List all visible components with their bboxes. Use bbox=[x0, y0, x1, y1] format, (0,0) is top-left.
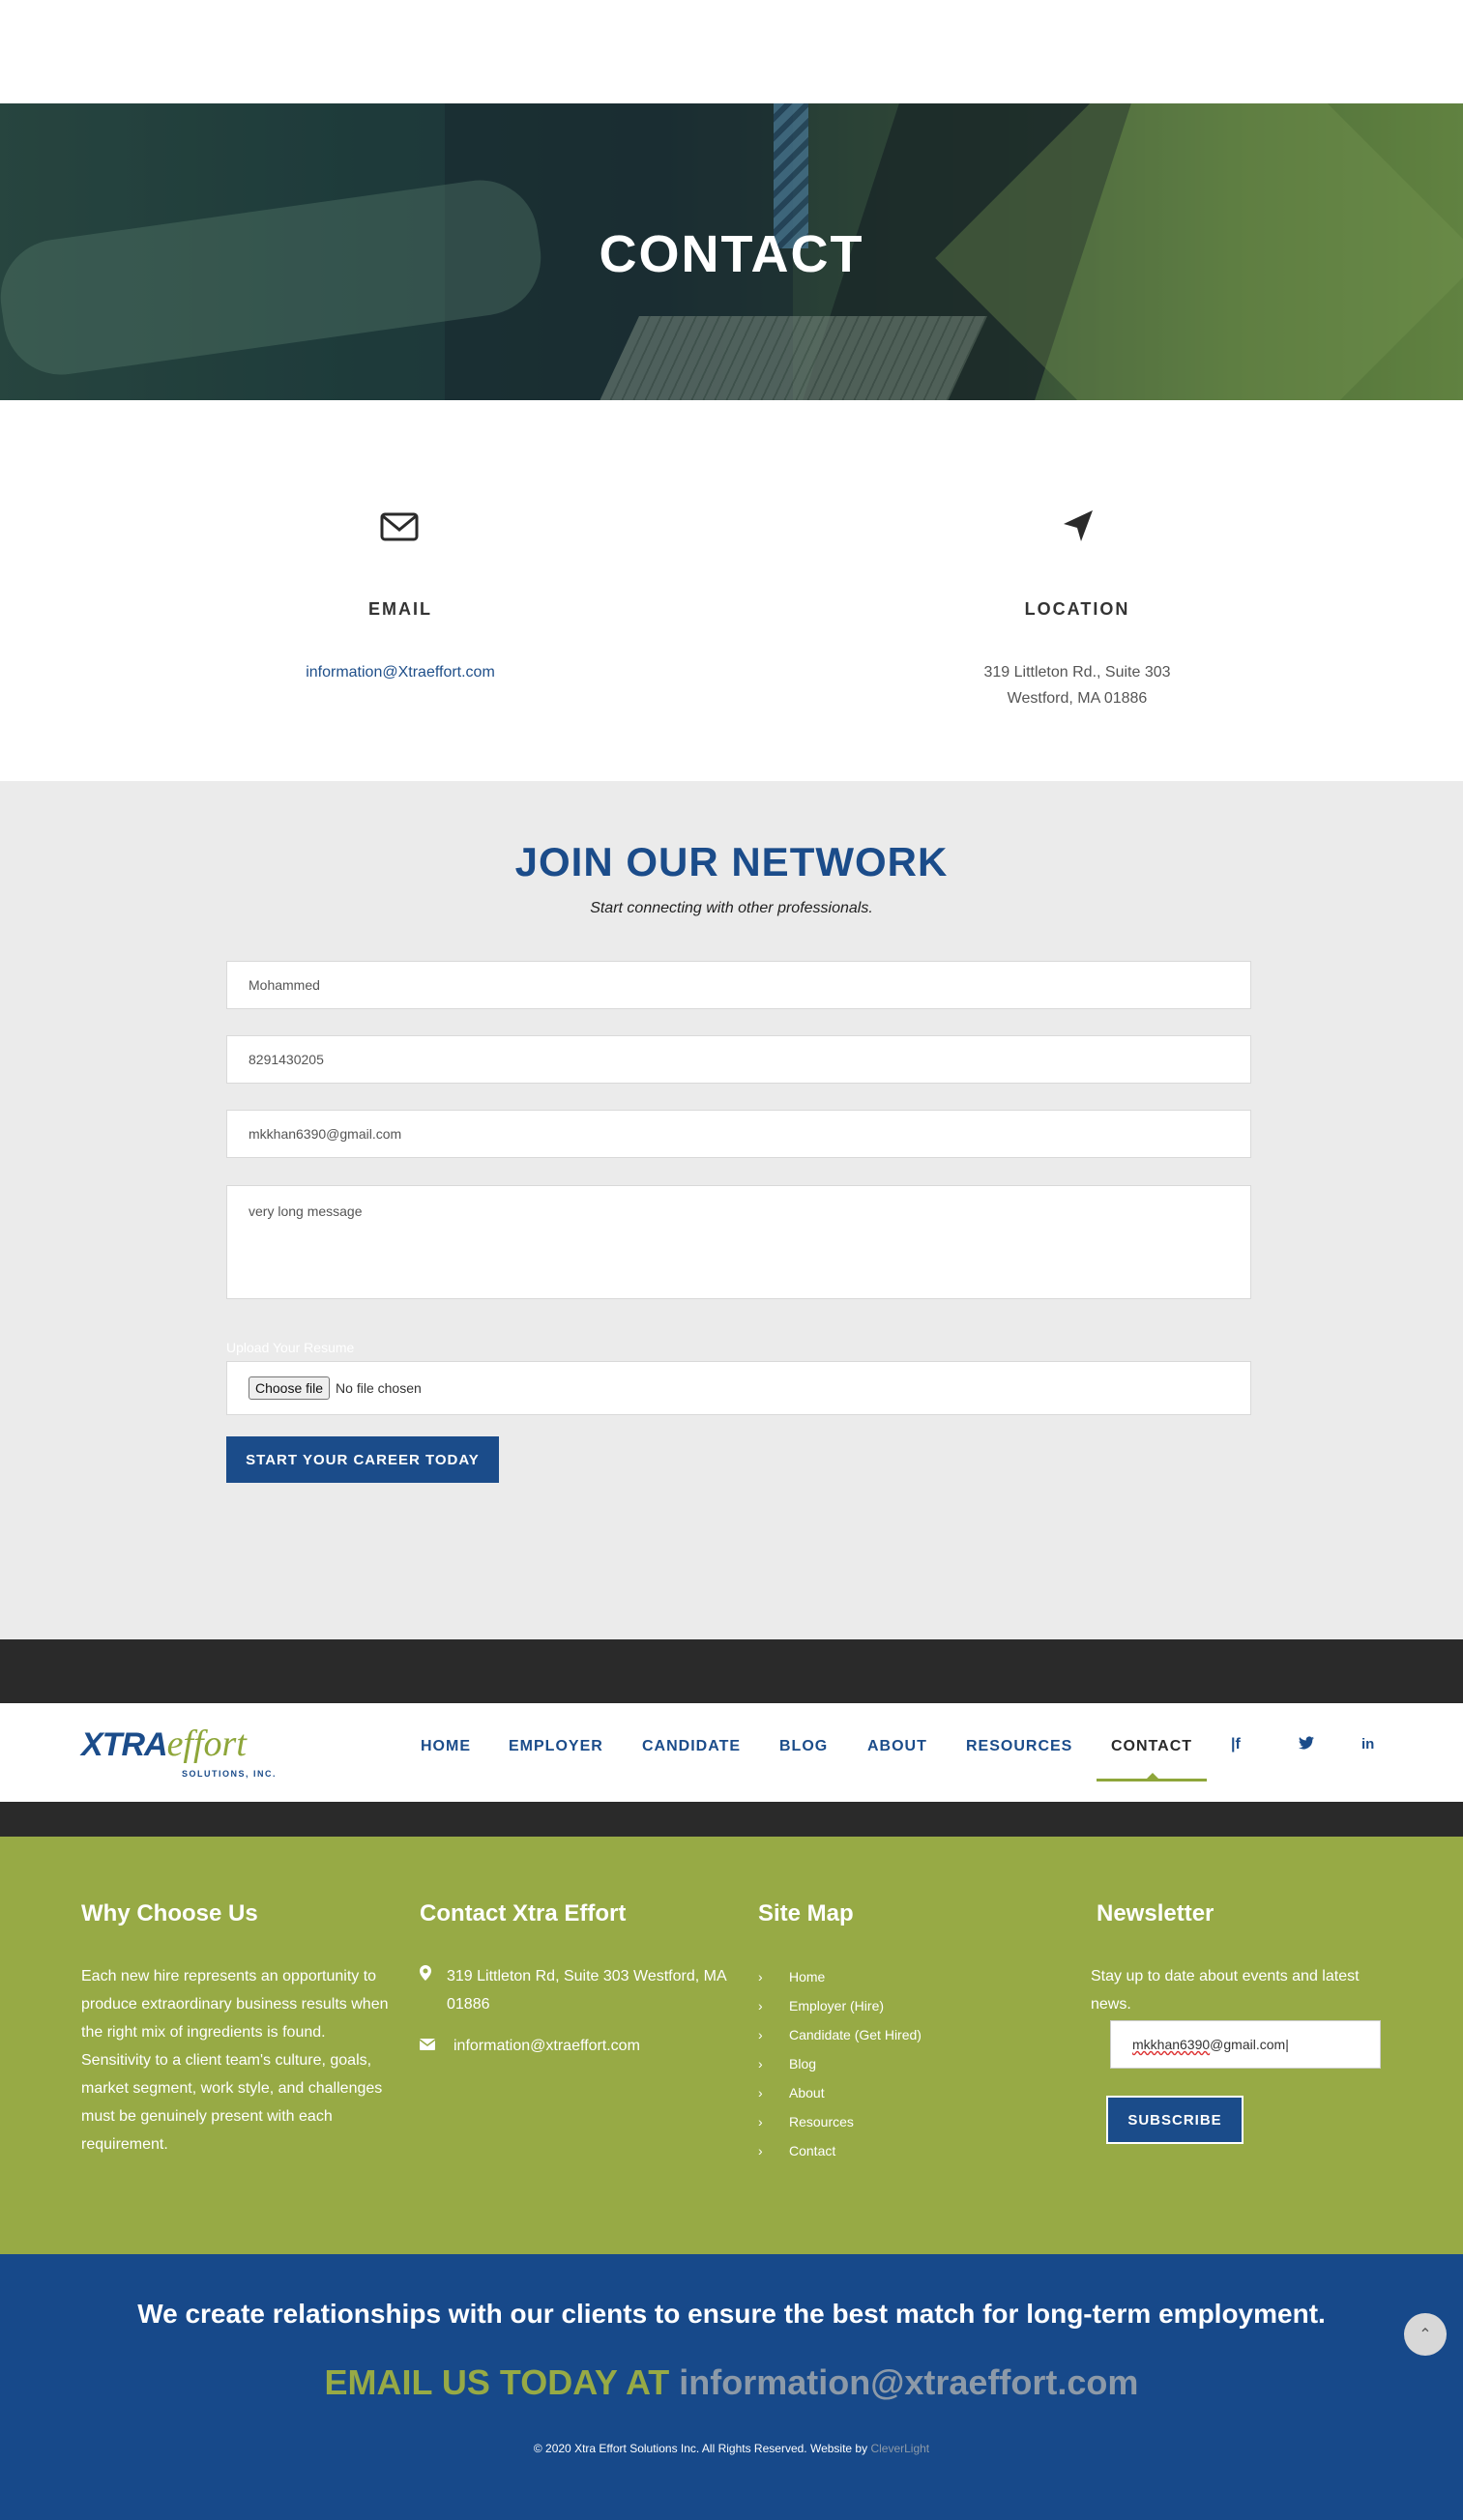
nav-active-underline bbox=[1097, 1779, 1207, 1781]
chevron-right-icon: › bbox=[758, 1969, 763, 1984]
footer-address: 319 Littleton Rd, Suite 303 Westford, MA… bbox=[420, 1962, 729, 2018]
email-field-value: mkkhan6390@gmail.com bbox=[249, 1126, 402, 1142]
newsletter-input-domain: @gmail.com bbox=[1210, 2037, 1286, 2052]
why-title: Why Choose Us bbox=[81, 1900, 258, 1926]
location-address: 319 Littleton Rd., Suite 303 Westford, M… bbox=[787, 659, 1367, 711]
newsletter-email-input[interactable]: mkkhan6390 @gmail.com | bbox=[1110, 2020, 1381, 2069]
hero-banner: CONTACT bbox=[0, 103, 1463, 400]
chevron-right-icon: › bbox=[758, 2114, 763, 2129]
join-network-section: JOIN OUR NETWORK Start connecting with o… bbox=[0, 781, 1463, 1639]
nav-active-caret bbox=[1147, 1773, 1158, 1779]
message-field[interactable]: very long message bbox=[226, 1185, 1251, 1299]
scroll-to-top-button[interactable]: ⌃ bbox=[1404, 2313, 1447, 2356]
map-marker-icon bbox=[420, 1962, 447, 2018]
file-status: No file chosen bbox=[336, 1380, 422, 1396]
sitemap-link-label: Resources bbox=[789, 2114, 854, 2129]
main-navbar: XTRAeffort SOLUTIONS, INC. HOME EMPLOYER… bbox=[0, 1703, 1463, 1802]
footer-contact: Contact Xtra Effort 319 Littleton Rd, Su… bbox=[419, 1900, 729, 2073]
sitemap-link-blog[interactable]: › Blog bbox=[758, 2049, 1048, 2078]
newsletter-title: Newsletter bbox=[1097, 1900, 1214, 1926]
choose-file-button[interactable]: Choose file bbox=[249, 1376, 331, 1400]
email-cta: EMAIL US TODAY AT information@xtraeffort… bbox=[0, 2362, 1463, 2403]
address-line-1: 319 Littleton Rd., Suite 303 bbox=[983, 664, 1171, 681]
email-title: EMAIL bbox=[368, 599, 432, 619]
linkedin-icon[interactable]: in bbox=[1361, 1736, 1374, 1752]
envelope-icon bbox=[379, 507, 420, 552]
logo-effort: effort bbox=[166, 1723, 247, 1764]
twitter-icon[interactable] bbox=[1299, 1736, 1314, 1754]
text-cursor: | bbox=[1285, 2037, 1289, 2052]
sitemap-link-home[interactable]: › Home bbox=[758, 1962, 1048, 1991]
sitemap-link-contact[interactable]: › Contact bbox=[758, 2136, 1048, 2165]
nav-blog[interactable]: BLOG bbox=[779, 1738, 828, 1755]
name-field[interactable]: Mohammed bbox=[226, 961, 1251, 1009]
footer-sitemap: Site Map › Home › Employer (Hire) › Candida… bbox=[758, 1900, 1048, 2165]
bottom-tagline: We create relationships with our clients… bbox=[137, 2299, 1326, 2329]
chevron-right-icon: › bbox=[758, 2056, 763, 2071]
sitemap-link-label: About bbox=[789, 2085, 825, 2100]
why-text: Each new hire represents an opportunity … bbox=[81, 1968, 389, 2153]
upload-resume-label: Upload Your Resume bbox=[226, 1340, 355, 1355]
credit-link[interactable]: CleverLight bbox=[870, 2442, 929, 2455]
email-cta-link[interactable]: information@xtraeffort.com bbox=[679, 2362, 1138, 2402]
nav-employer[interactable]: EMPLOYER bbox=[509, 1738, 603, 1755]
nav-resources[interactable]: RESOURCES bbox=[966, 1738, 1072, 1755]
resume-file-input[interactable]: Choose file No file chosen bbox=[226, 1361, 1251, 1415]
sitemap-link-label: Blog bbox=[789, 2056, 817, 2071]
location-title: LOCATION bbox=[1024, 599, 1130, 619]
chevron-right-icon: › bbox=[758, 1998, 763, 2013]
address-line-2: Westford, MA 01886 bbox=[1007, 690, 1148, 707]
chevron-right-icon: › bbox=[758, 2143, 763, 2158]
join-heading: JOIN OUR NETWORK bbox=[514, 839, 949, 884]
sitemap-title: Site Map bbox=[758, 1900, 854, 1926]
sitemap-list: › Home › Employer (Hire) › Candidate (Get H… bbox=[758, 1962, 1048, 2165]
name-field-value: Mohammed bbox=[249, 977, 320, 993]
location-arrow-icon bbox=[1060, 507, 1095, 550]
chevron-right-icon: › bbox=[758, 2085, 763, 2100]
logo-xtra: XTRA bbox=[81, 1726, 168, 1763]
bottom-cta-band: We create relationships with our clients… bbox=[0, 2254, 1463, 2520]
chevron-right-icon: › bbox=[758, 2027, 763, 2042]
email-link[interactable]: information@Xtraeffort.com bbox=[110, 659, 690, 685]
start-career-button[interactable]: START YOUR CAREER TODAY bbox=[226, 1436, 499, 1483]
footer-newsletter: Newsletter Stay up to date about events … bbox=[1091, 1900, 1390, 2018]
copyright: © 2020 Xtra Effort Solutions Inc. All Ri… bbox=[0, 2442, 1463, 2455]
footer-email: information@xtraeffort.com bbox=[419, 2032, 729, 2060]
sitemap-link-employer[interactable]: › Employer (Hire) bbox=[758, 1991, 1048, 2020]
nav-candidate[interactable]: CANDIDATE bbox=[642, 1738, 741, 1755]
join-subheading: Start connecting with other professional… bbox=[590, 900, 873, 916]
subscribe-button[interactable]: SUBSCRIBE bbox=[1106, 2096, 1244, 2144]
sitemap-link-candidate[interactable]: › Candidate (Get Hired) bbox=[758, 2020, 1048, 2049]
chevron-up-icon: ⌃ bbox=[1419, 2327, 1432, 2343]
envelope-icon bbox=[419, 2032, 454, 2060]
nav-contact[interactable]: CONTACT bbox=[1111, 1738, 1192, 1755]
why-choose-us: Why Choose Us Each new hire represents a… bbox=[81, 1900, 391, 2158]
nav-about[interactable]: ABOUT bbox=[867, 1738, 927, 1755]
contact-title: Contact Xtra Effort bbox=[420, 1900, 627, 1926]
newsletter-text: Stay up to date about events and latest … bbox=[1091, 1968, 1360, 2013]
facebook-icon[interactable]: |f bbox=[1231, 1736, 1241, 1753]
sitemap-link-label: Contact bbox=[789, 2143, 836, 2158]
email-field[interactable]: mkkhan6390@gmail.com bbox=[226, 1110, 1251, 1158]
email-cta-prefix: EMAIL US TODAY AT bbox=[324, 2362, 670, 2402]
sitemap-link-label: Employer (Hire) bbox=[789, 1998, 885, 2013]
site-logo[interactable]: XTRAeffort SOLUTIONS, INC. bbox=[81, 1723, 276, 1779]
phone-field[interactable]: 8291430205 bbox=[226, 1035, 1251, 1084]
sitemap-link-label: Home bbox=[789, 1969, 826, 1984]
phone-field-value: 8291430205 bbox=[249, 1052, 324, 1067]
copyright-text: © 2020 Xtra Effort Solutions Inc. All Ri… bbox=[533, 2442, 868, 2455]
sitemap-link-resources[interactable]: › Resources bbox=[758, 2107, 1048, 2136]
page-title: CONTACT bbox=[599, 225, 864, 283]
footer-email-text[interactable]: information@xtraeffort.com bbox=[454, 2032, 640, 2060]
newsletter-input-user: mkkhan6390 bbox=[1132, 2037, 1211, 2052]
sitemap-link-about[interactable]: › About bbox=[758, 2078, 1048, 2107]
message-field-value: very long message bbox=[249, 1203, 363, 1219]
logo-tagline: SOLUTIONS, INC. bbox=[182, 1769, 278, 1779]
sitemap-link-label: Candidate (Get Hired) bbox=[789, 2027, 922, 2042]
nav-home[interactable]: HOME bbox=[421, 1738, 471, 1755]
footer-address-text: 319 Littleton Rd, Suite 303 Westford, MA… bbox=[447, 1968, 726, 2013]
